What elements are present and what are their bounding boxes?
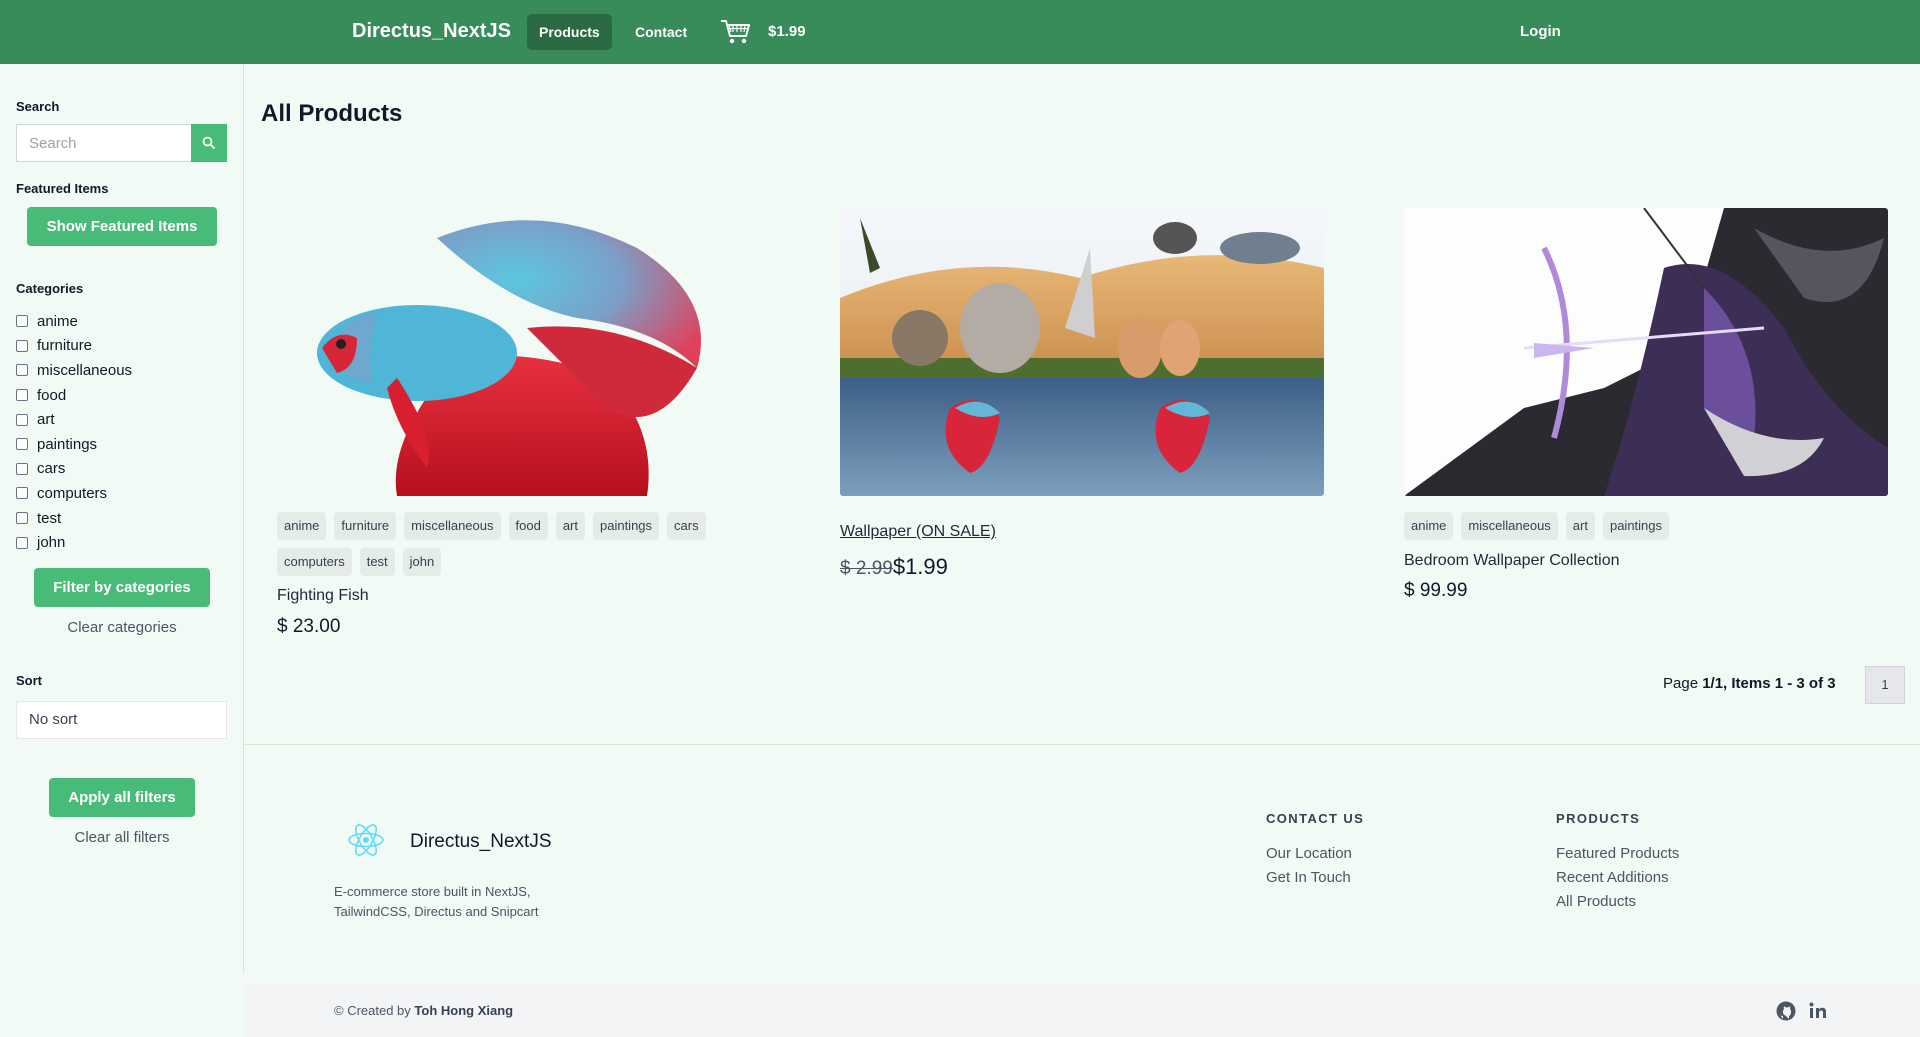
page-button[interactable]: 1 <box>1865 666 1905 704</box>
tag[interactable]: art <box>1565 512 1595 540</box>
tag[interactable]: miscellaneous <box>1461 512 1558 540</box>
product-price-group: $ 2.99$1.99 <box>840 554 948 580</box>
checkbox[interactable] <box>16 512 28 525</box>
tag[interactable]: art <box>555 512 585 540</box>
footer-link-recent[interactable]: Recent Additions <box>1556 869 1669 886</box>
category-item[interactable]: john <box>16 530 226 555</box>
brand-logo-text[interactable]: Directus_NextJS <box>352 20 511 43</box>
top-navbar: Directus_NextJS Products Contact $1.99 L… <box>0 0 1920 64</box>
tag[interactable]: anime <box>1404 512 1454 540</box>
checkbox[interactable] <box>16 462 28 475</box>
linkedin-icon[interactable] <box>1807 1000 1829 1022</box>
cart-icon[interactable] <box>720 18 752 46</box>
product-price: $ 23.00 <box>277 616 341 637</box>
footer-brand[interactable]: Directus_NextJS <box>410 831 552 853</box>
github-icon[interactable] <box>1775 1000 1797 1022</box>
product-image-fighting-fish[interactable] <box>277 208 761 496</box>
category-item[interactable]: art <box>16 407 226 432</box>
search-icon <box>202 136 216 150</box>
checkbox[interactable] <box>16 487 28 500</box>
checkbox[interactable] <box>16 364 28 377</box>
category-item[interactable]: computers <box>16 481 226 506</box>
tag[interactable]: john <box>402 548 442 576</box>
tag[interactable]: paintings <box>1602 512 1670 540</box>
product-image-wallpaper[interactable] <box>840 208 1324 496</box>
category-item[interactable]: anime <box>16 309 226 334</box>
categories-label: Categories <box>16 281 84 296</box>
pagination-summary: Page 1/1, Items 1 - 3 of 3 <box>1663 675 1836 692</box>
tag[interactable]: cars <box>667 512 706 540</box>
footer-contact-heading: CONTACT US <box>1266 811 1365 826</box>
tag[interactable]: miscellaneous <box>404 512 501 540</box>
search-button[interactable] <box>191 124 227 162</box>
category-item[interactable]: cars <box>16 457 226 482</box>
react-logo-icon <box>348 824 384 856</box>
footer-products-heading: PRODUCTS <box>1556 811 1641 826</box>
tag[interactable]: furniture <box>334 512 397 540</box>
cart-total[interactable]: $1.99 <box>768 23 806 40</box>
checkbox[interactable] <box>16 536 28 549</box>
search-group <box>16 124 227 162</box>
product-tags: anime furniture miscellaneous food art p… <box>277 512 757 576</box>
category-list: anime furniture miscellaneous food art p… <box>16 309 226 555</box>
featured-label: Featured Items <box>16 181 109 196</box>
search-label: Search <box>16 99 60 114</box>
category-item[interactable]: test <box>16 506 226 531</box>
footer-link-featured[interactable]: Featured Products <box>1556 845 1679 862</box>
filter-categories-button[interactable]: Filter by categories <box>34 568 210 607</box>
checkbox[interactable] <box>16 413 28 426</box>
show-featured-button[interactable]: Show Featured Items <box>27 207 217 246</box>
checkbox[interactable] <box>16 315 28 328</box>
filter-sidebar: Search Featured Items Show Featured Item… <box>0 64 244 974</box>
footer-link-all[interactable]: All Products <box>1556 893 1636 910</box>
clear-all-filters-link[interactable]: Clear all filters <box>0 829 244 846</box>
product-image-bedroom-wallpaper[interactable] <box>1404 208 1888 496</box>
tag[interactable]: anime <box>277 512 327 540</box>
tag[interactable]: test <box>359 548 395 576</box>
checkbox[interactable] <box>16 339 28 352</box>
checkbox[interactable] <box>16 389 28 402</box>
product-name[interactable]: Wallpaper (ON SALE) <box>840 523 996 541</box>
page-title: All Products <box>261 100 403 127</box>
nav-products-link[interactable]: Products <box>527 14 612 50</box>
category-item[interactable]: furniture <box>16 334 226 359</box>
credit-text: © Created by Toh Hong Xiang <box>334 1003 514 1018</box>
footer-link-contact[interactable]: Get In Touch <box>1266 869 1351 886</box>
category-item[interactable]: paintings <box>16 432 226 457</box>
login-link[interactable]: Login <box>1520 23 1561 40</box>
bottom-bar: © Created by Toh Hong Xiang <box>245 984 1920 1037</box>
tag[interactable]: computers <box>277 548 352 576</box>
product-old-price: $ 2.99 <box>840 558 893 579</box>
checkbox[interactable] <box>16 438 28 451</box>
apply-filters-button[interactable]: Apply all filters <box>49 778 195 817</box>
search-input[interactable] <box>16 124 191 162</box>
tag[interactable]: food <box>508 512 548 540</box>
tag[interactable]: paintings <box>592 512 660 540</box>
product-price: $1.99 <box>892 554 948 579</box>
sort-select[interactable]: No sort <box>16 701 227 739</box>
category-item[interactable]: miscellaneous <box>16 358 226 383</box>
product-price: $ 99.99 <box>1404 580 1468 601</box>
product-tags: anime miscellaneous art paintings <box>1404 512 1884 540</box>
nav-contact-link[interactable]: Contact <box>623 14 699 50</box>
sort-label: Sort <box>16 673 42 688</box>
footer-description: E-commerce store built in NextJS, Tailwi… <box>334 884 539 919</box>
footer-divider <box>245 744 1920 745</box>
product-name[interactable]: Bedroom Wallpaper Collection <box>1404 552 1620 570</box>
product-name[interactable]: Fighting Fish <box>277 587 369 605</box>
category-item[interactable]: food <box>16 383 226 408</box>
footer-link-location[interactable]: Our Location <box>1266 845 1352 862</box>
clear-categories-link[interactable]: Clear categories <box>0 619 244 636</box>
